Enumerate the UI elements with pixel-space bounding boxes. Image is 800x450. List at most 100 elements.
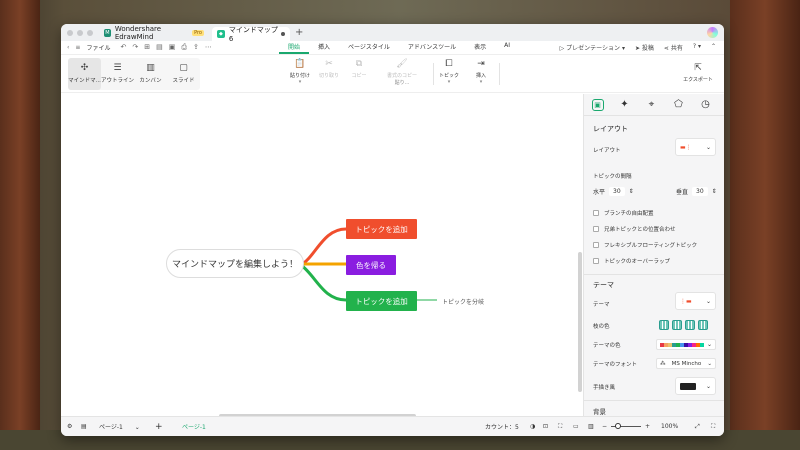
share-button[interactable]: ⋖ 共有 [664, 43, 683, 52]
zoom-level[interactable]: 100% [661, 423, 678, 430]
tab-app-home[interactable]: M Wondershare EdrawMind Pro [99, 25, 209, 41]
branch-color-option-2[interactable] [672, 320, 682, 330]
save-icon[interactable]: ▣ [169, 43, 176, 52]
format-copy-button[interactable]: 🖌 書式のコピー 貼り... [387, 59, 417, 86]
zoom-in-icon[interactable]: + [645, 423, 650, 430]
horizontal-stepper-icon[interactable]: ⇕ [629, 188, 634, 195]
theme-select[interactable]: ⋮▬ ⌄ [675, 292, 716, 310]
page-panel-icon[interactable]: ▤ [81, 423, 87, 430]
paste-button[interactable]: 📋 貼り付け ▾ [286, 59, 314, 85]
menu-view[interactable]: 表示 [465, 42, 495, 54]
page-select[interactable]: ページ-1 ⌄ [99, 422, 140, 431]
fit-icon[interactable]: ⊡ [543, 423, 548, 430]
menu-file[interactable]: ファイル [86, 43, 110, 52]
vertical-scrollbar[interactable] [578, 252, 582, 392]
tab-history[interactable]: ◷ [692, 94, 719, 115]
menu-advanced-tools[interactable]: アドバンスツール [399, 42, 465, 54]
menu-ai[interactable]: AI [495, 42, 519, 54]
copy-button[interactable]: ⧉ コピー [345, 59, 373, 79]
menu-icon[interactable]: ≡ [75, 44, 80, 51]
page-tab-1[interactable]: ページ-1 [182, 422, 206, 431]
tab-layout[interactable]: ▣ [584, 94, 611, 115]
view-kanban-button[interactable]: ▥ カンバン [134, 58, 167, 90]
new-tab-icon[interactable]: + [295, 27, 303, 38]
fullscreen-icon[interactable]: ⛶ [558, 423, 562, 431]
book-icon[interactable]: ▥ [588, 423, 594, 430]
branch-color-option-4[interactable] [698, 320, 708, 330]
hand-drawn-select[interactable]: ⌄ [675, 377, 716, 395]
minimize-window-button[interactable] [77, 29, 83, 36]
main-topic-1[interactable]: トピックを追加 [346, 219, 417, 239]
undo-icon[interactable]: ↶ [120, 43, 126, 52]
export-button[interactable]: ⇱ エクスポート [676, 63, 720, 83]
maximize-window-button[interactable] [87, 29, 93, 36]
subtopic-1[interactable]: トピックを分岐 [442, 297, 484, 306]
central-topic[interactable]: マインドマップを編集しよう！ [166, 249, 304, 278]
zoom-out-icon[interactable]: − [602, 423, 607, 430]
presentation-button[interactable]: ▷ プレゼンテーション ▾ [560, 43, 625, 52]
checkbox-align-siblings[interactable]: 兄弟トピックとの位置合わせ [593, 225, 675, 233]
hand-drawn-label: 手描き風 [593, 385, 616, 391]
view-mindmap-button[interactable]: ✣ マインドマ... [68, 57, 101, 90]
layout-select[interactable]: ▬⋮ ⌄ [675, 138, 716, 156]
checkbox-topic-overlap[interactable]: トピックのオーバーラップ [593, 257, 670, 265]
publish-label: 投稿 [641, 45, 654, 52]
view-outline-button[interactable]: ☰ アウトライン [101, 58, 134, 90]
new-icon[interactable]: ⊞ [144, 43, 150, 52]
present-icon[interactable]: ▭ [573, 423, 579, 430]
tab-document[interactable]: ◆ マインドマップ6 [212, 26, 290, 43]
more-icon[interactable]: ⋯ [205, 43, 212, 52]
main-topic-3[interactable]: トピックを追加 [346, 291, 417, 311]
insert-dropdown-icon[interactable]: ▾ [480, 79, 483, 85]
collapse-ribbon-icon[interactable]: ⌃ [711, 43, 716, 52]
vertical-spacing-input[interactable]: 30 [692, 187, 708, 196]
tab-ai-style[interactable]: ✦ [611, 94, 638, 115]
tab-clipart[interactable]: ⬠ [665, 94, 692, 115]
theme-font-select[interactable]: ⁂ MS Mincho ⌄ [656, 358, 716, 369]
checkbox-free-branch[interactable]: ブランチの自由配置 [593, 209, 654, 217]
font-icon: ⁂ [660, 360, 666, 367]
chevron-down-icon: ⌄ [705, 143, 711, 151]
slide-icon: ▢ [179, 63, 188, 73]
horizontal-spacing-input[interactable]: 30 [609, 187, 625, 196]
expand-icon[interactable]: ⤢ [695, 423, 700, 431]
insert-button[interactable]: ⇥ 挿入 ▾ [467, 59, 495, 85]
nav-back-icon[interactable]: ‹ [67, 44, 69, 51]
paste-label: 貼り付け [289, 73, 310, 79]
view-slide-button[interactable]: ▢ スライド [167, 58, 200, 90]
menu-start[interactable]: 開始 [279, 42, 310, 54]
print-icon[interactable]: ⎙ [181, 43, 187, 52]
add-page-icon[interactable]: + [155, 422, 163, 432]
topic-dropdown-icon[interactable]: ▾ [448, 79, 451, 85]
menu-page-style[interactable]: ページスタイル [339, 42, 399, 54]
tab-marker[interactable]: ⌖ [638, 94, 665, 115]
avatar[interactable] [707, 27, 718, 38]
vertical-stepper-icon[interactable]: ⇕ [712, 188, 717, 195]
theme-quick-icon[interactable]: ◑ [530, 423, 535, 430]
checkbox-icon [593, 242, 599, 248]
view-outline-label: アウトライン [101, 78, 135, 84]
branch-line-top [300, 227, 347, 267]
main-topic-2[interactable]: 色を帰る [346, 255, 396, 275]
count-display: カウント：5 [485, 422, 519, 431]
open-icon[interactable]: ▤ [156, 43, 163, 52]
branch-color-option-1[interactable] [659, 320, 669, 330]
mindmap-canvas[interactable]: マインドマップを編集しよう！ トピックを追加 色を帰る トピックを追加 トピック… [61, 94, 583, 418]
zoom-slider-handle[interactable] [615, 423, 621, 429]
branch-color-option-3[interactable] [685, 320, 695, 330]
quick-toolbar: ↶ ↷ ⊞ ▤ ▣ ⎙ ⇪ ⋯ [120, 43, 211, 52]
publish-button[interactable]: ➤ 投稿 [635, 43, 654, 52]
redo-icon[interactable]: ↷ [132, 43, 138, 52]
menu-insert[interactable]: 挿入 [309, 42, 339, 54]
export-quick-icon[interactable]: ⇪ [193, 43, 199, 52]
help-icon[interactable]: ? ▾ [693, 43, 701, 52]
topic-button[interactable]: ⧠ トピック ▾ [435, 59, 463, 85]
unsaved-dot-icon[interactable] [281, 32, 285, 36]
paste-dropdown-icon[interactable]: ▾ [299, 79, 302, 85]
close-window-button[interactable] [67, 29, 73, 36]
theme-color-select[interactable]: ⌄ [656, 339, 716, 350]
fullscreen-mode-icon[interactable]: ⛶ [711, 423, 715, 431]
checkbox-flexible-floating[interactable]: フレキシブルフローティングトピック [593, 241, 697, 249]
outline-toggle-icon[interactable]: ⚙ [67, 423, 72, 430]
cut-button[interactable]: ✂ 切り取り [315, 59, 343, 79]
